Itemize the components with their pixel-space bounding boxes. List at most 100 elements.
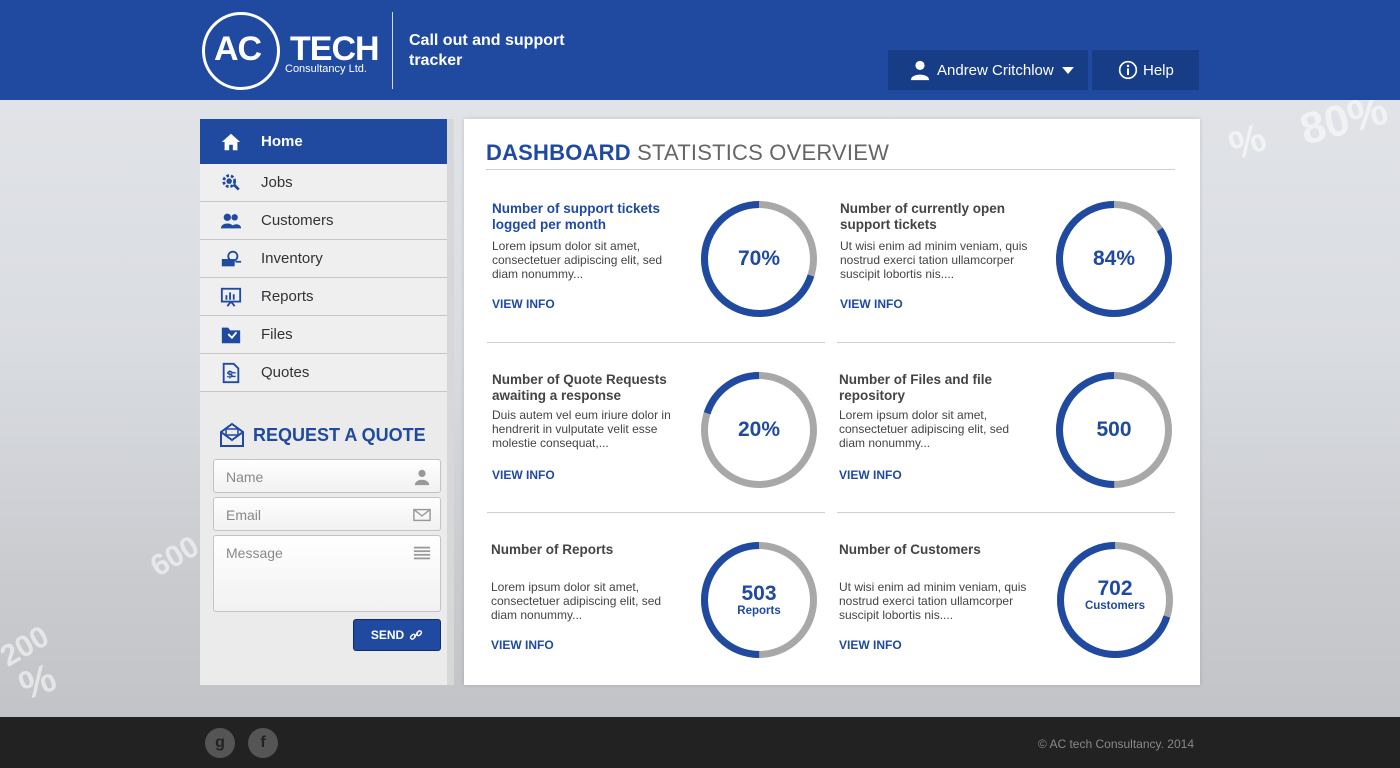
stat-title: Number of support tickets logged per mon… bbox=[492, 201, 661, 232]
top-header: AC TECH Consultancy Ltd. Call out and su… bbox=[0, 0, 1400, 100]
sidebar-item-label: Customers bbox=[261, 212, 334, 229]
stat-card-customers: Number of Customers Ut wisi enim ad mini… bbox=[834, 542, 1173, 692]
presentation-icon bbox=[220, 287, 242, 307]
stat-card-reports: Number of Reports Lorem ipsum dolor sit … bbox=[486, 542, 824, 692]
logo-subtitle: Consultancy Ltd. bbox=[285, 63, 367, 75]
user-menu-button[interactable]: Andrew Critchlow bbox=[888, 50, 1088, 90]
progress-ring: 70% bbox=[701, 201, 817, 317]
view-info-link[interactable]: VIEW INFO bbox=[491, 638, 554, 652]
progress-ring: 702 Customers bbox=[1057, 542, 1173, 658]
view-info-link[interactable]: VIEW INFO bbox=[839, 638, 902, 652]
row-divider bbox=[487, 512, 825, 513]
sidebar: Home Jobs Customers Inventory Reports Fi… bbox=[200, 119, 454, 685]
ring-value: 702 bbox=[1097, 576, 1133, 600]
message-field[interactable]: Message bbox=[213, 535, 441, 612]
sidebar-item-label: Home bbox=[261, 133, 303, 150]
person-icon bbox=[414, 469, 430, 486]
sidebar-item-customers[interactable]: Customers bbox=[200, 202, 447, 240]
lines-icon bbox=[413, 546, 431, 560]
sidebar-item-reports[interactable]: Reports bbox=[200, 278, 447, 316]
info-icon bbox=[1118, 60, 1138, 80]
help-label: Help bbox=[1143, 61, 1174, 79]
header-divider bbox=[392, 12, 393, 89]
stat-title: Number of Reports bbox=[491, 542, 614, 557]
view-info-link[interactable]: VIEW INFO bbox=[840, 297, 903, 311]
email-field[interactable]: Email bbox=[213, 497, 441, 531]
page-title: DASHBOARD STATISTICS OVERVIEW bbox=[486, 140, 889, 166]
view-info-link[interactable]: VIEW INFO bbox=[492, 297, 555, 311]
view-info-link[interactable]: VIEW INFO bbox=[492, 468, 555, 482]
send-button[interactable]: SEND bbox=[353, 619, 441, 651]
ring-label: 70% bbox=[701, 201, 817, 317]
message-placeholder: Message bbox=[226, 545, 283, 561]
ring-label: 20% bbox=[701, 372, 817, 488]
background-decoration: 600 bbox=[144, 529, 205, 584]
facebook-icon[interactable]: f bbox=[248, 728, 278, 758]
stat-card-tickets-logged: Number of support tickets logged per mon… bbox=[487, 201, 825, 351]
email-placeholder: Email bbox=[226, 507, 262, 523]
inventory-icon bbox=[221, 250, 242, 266]
view-info-link[interactable]: VIEW INFO bbox=[839, 468, 902, 482]
sidebar-item-home[interactable]: Home bbox=[200, 119, 447, 164]
stat-card-open-tickets: Number of currently open support tickets… bbox=[835, 201, 1173, 351]
ring-value: 84% bbox=[1092, 247, 1136, 270]
ring-label: 702 Customers bbox=[1057, 537, 1173, 653]
help-button[interactable]: Help bbox=[1092, 50, 1199, 90]
footer: g f © AC tech Consultancy. 2014 bbox=[0, 717, 1400, 768]
ring-value: 503 bbox=[741, 581, 777, 605]
progress-ring: 20% bbox=[701, 372, 817, 488]
stat-description: Lorem ipsum dolor sit amet, consectetuer… bbox=[492, 239, 663, 281]
user-name: Andrew Critchlow bbox=[937, 61, 1054, 79]
stat-title: Number of Quote Requests awaiting a resp… bbox=[492, 372, 667, 403]
row-divider bbox=[837, 342, 1175, 343]
ring-value: 20% bbox=[737, 418, 781, 441]
envelope-icon bbox=[220, 422, 244, 447]
name-placeholder: Name bbox=[226, 469, 264, 485]
sidebar-item-files[interactable]: Files bbox=[200, 316, 447, 354]
stat-card-files: Number of Files and file repository Lore… bbox=[834, 372, 1172, 522]
dashboard-panel: DASHBOARD STATISTICS OVERVIEW Number of … bbox=[464, 119, 1200, 685]
sidebar-item-label: Inventory bbox=[261, 250, 323, 267]
sidebar-item-label: Quotes bbox=[261, 364, 310, 381]
background-decoration: % bbox=[13, 655, 62, 709]
stat-card-quote-requests: Number of Quote Requests awaiting a resp… bbox=[487, 372, 825, 522]
gear-search-icon bbox=[222, 173, 240, 191]
user-icon bbox=[910, 60, 930, 81]
ring-sublabel: Reports bbox=[737, 604, 781, 617]
request-quote-heading: REQUEST A QUOTE bbox=[218, 421, 426, 449]
ring-label: 84% bbox=[1056, 201, 1172, 317]
ring-label: 500 bbox=[1056, 372, 1172, 488]
app-title: Call out and support tracker bbox=[409, 32, 565, 69]
svg-text:$: $ bbox=[226, 369, 233, 380]
name-field[interactable]: Name bbox=[213, 459, 441, 493]
stat-description: Lorem ipsum dolor sit amet, consectetuer… bbox=[839, 408, 1010, 450]
sidebar-item-jobs[interactable]: Jobs bbox=[200, 164, 447, 202]
row-divider bbox=[487, 342, 825, 343]
ring-value: 500 bbox=[1096, 418, 1132, 441]
stat-title: Number of Customers bbox=[839, 542, 981, 557]
progress-ring: 84% bbox=[1056, 201, 1172, 317]
google-icon[interactable]: g bbox=[205, 728, 235, 758]
home-icon bbox=[221, 133, 241, 150]
copyright-text: © AC tech Consultancy. 2014 bbox=[1037, 737, 1194, 751]
sidebar-item-label: Reports bbox=[261, 288, 314, 305]
page-title-bold: DASHBOARD bbox=[486, 140, 631, 165]
company-logo[interactable]: AC TECH Consultancy Ltd. bbox=[202, 12, 382, 90]
stat-description: Ut wisi enim ad minim veniam, quis nostr… bbox=[840, 239, 1028, 281]
stat-description: Ut wisi enim ad minim veniam, quis nostr… bbox=[839, 580, 1027, 622]
background-decoration: 200 bbox=[0, 619, 55, 674]
ring-sublabel: Customers bbox=[1084, 599, 1146, 612]
stat-title: Number of Files and file repository bbox=[839, 372, 993, 403]
mail-icon bbox=[413, 508, 431, 522]
users-icon bbox=[220, 213, 242, 228]
folder-icon bbox=[221, 327, 241, 343]
page-title-light: STATISTICS OVERVIEW bbox=[637, 140, 890, 165]
stat-title: Number of currently open support tickets bbox=[840, 201, 1006, 232]
title-divider bbox=[486, 169, 1175, 170]
sidebar-item-label: Jobs bbox=[261, 174, 293, 191]
sidebar-item-inventory[interactable]: Inventory bbox=[200, 240, 447, 278]
sidebar-item-quotes[interactable]: $ Quotes bbox=[200, 354, 447, 392]
chevron-down-icon bbox=[1061, 66, 1074, 74]
logo-text-ac: AC bbox=[214, 30, 262, 68]
progress-ring: 500 bbox=[1056, 372, 1172, 488]
